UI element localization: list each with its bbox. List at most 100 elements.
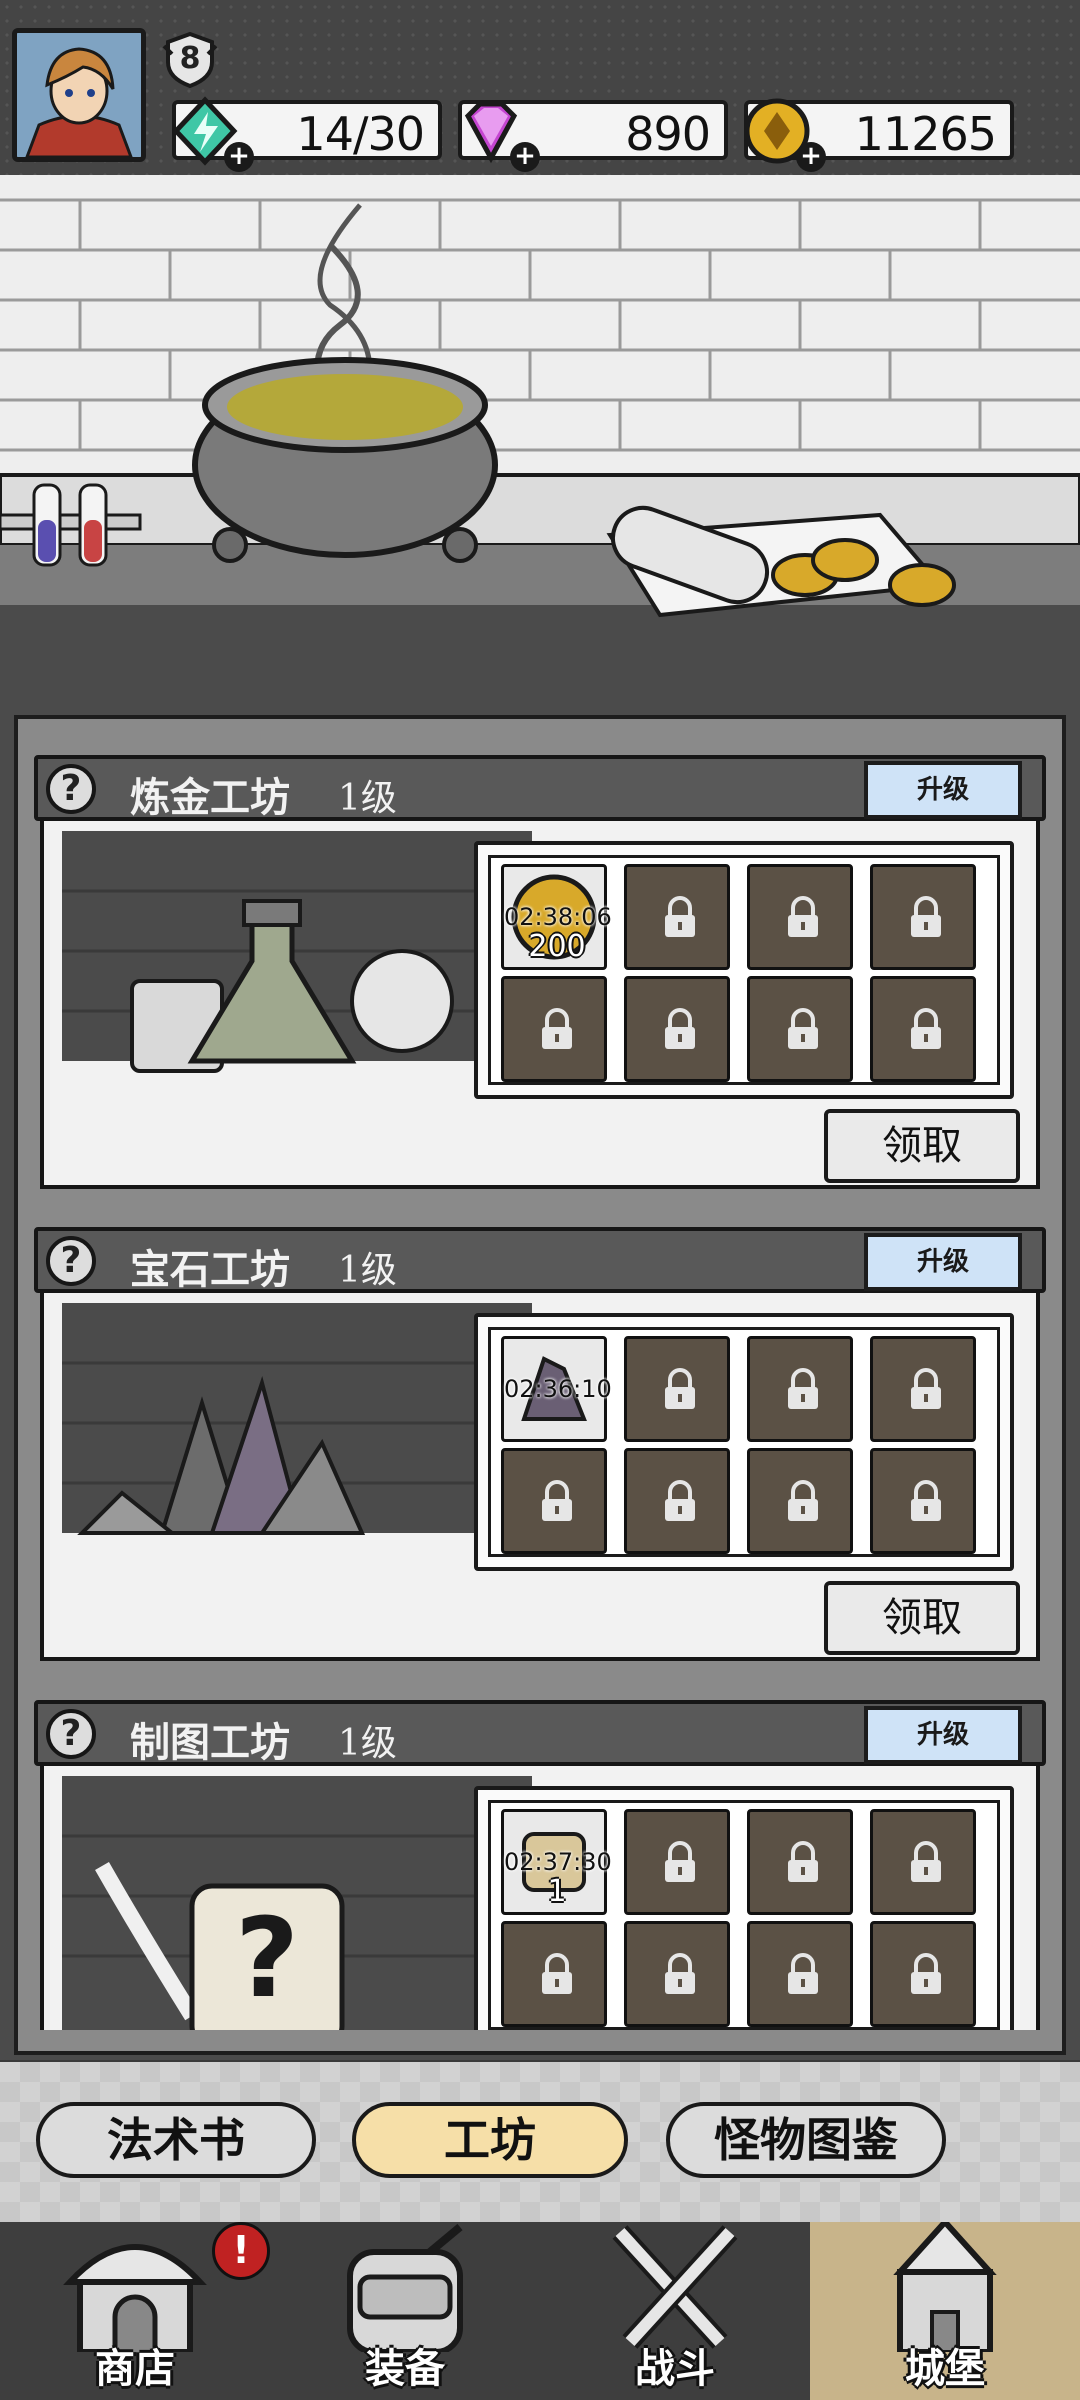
workshop-body: 02:36:10 领取 xyxy=(40,1293,1040,1661)
lock-icon xyxy=(788,1841,818,1882)
energy-value: 14/30 xyxy=(296,107,425,161)
locked-slot[interactable] xyxy=(870,1448,976,1554)
help-icon[interactable]: ? xyxy=(46,764,96,814)
player-avatar[interactable] xyxy=(12,28,146,162)
top-hud: 8 + 14/30 + 890 + 11265 xyxy=(0,0,1080,175)
nav-battle[interactable]: 战斗 xyxy=(540,2222,810,2400)
lock-icon xyxy=(665,1841,695,1882)
add-gems-icon[interactable]: + xyxy=(510,142,540,172)
locked-slot[interactable] xyxy=(870,976,976,1082)
production-slot[interactable]: 02:37:30 1 xyxy=(501,1809,612,1915)
workshop-level: 1级 xyxy=(338,778,397,819)
workshop-gem: ? 宝石工坊 1级 升级 02:36:10 领取 xyxy=(34,1227,1046,1667)
upgrade-button[interactable]: 升级 xyxy=(864,1233,1022,1291)
game-screen: { "hud": { "level": "8", "energy": "14/3… xyxy=(0,0,1080,2400)
nav-shop-label: 商店 xyxy=(95,2345,175,2392)
locked-slot[interactable] xyxy=(624,1448,730,1554)
workshop-header: ? 制图工坊 1级 升级 xyxy=(34,1700,1046,1766)
lock-icon xyxy=(788,896,818,937)
workshop-body: ? 02:37:30 1 xyxy=(40,1766,1040,2030)
tab-spellbook[interactable]: 法术书 xyxy=(36,2102,316,2178)
locked-slot[interactable] xyxy=(747,1921,853,2027)
lock-icon xyxy=(911,1368,941,1409)
locked-slot[interactable] xyxy=(624,976,730,1082)
add-energy-icon[interactable]: + xyxy=(224,142,254,172)
gem-counter[interactable]: + 890 xyxy=(458,100,728,172)
shop-alert-badge: ! xyxy=(212,2222,270,2280)
lock-icon xyxy=(788,1368,818,1409)
workshop-level: 1级 xyxy=(338,1723,397,1764)
workshop-name: 炼金工坊 xyxy=(130,774,290,821)
lock-icon xyxy=(665,1008,695,1049)
castle-icon xyxy=(893,2222,997,2352)
lock-icon xyxy=(911,1953,941,1994)
slot-timer: 02:37:30 xyxy=(504,1848,612,1876)
help-icon[interactable]: ? xyxy=(46,1709,96,1759)
lock-icon xyxy=(788,1480,818,1521)
workshop-name: 宝石工坊 xyxy=(130,1246,290,1293)
workshop-header: ? 炼金工坊 1级 升级 xyxy=(34,755,1046,821)
lock-icon xyxy=(911,1008,941,1049)
locked-slot[interactable] xyxy=(624,864,730,970)
workshop-illustration xyxy=(62,831,532,1101)
lock-icon xyxy=(911,896,941,937)
lock-icon xyxy=(788,1953,818,1994)
nav-battle-label: 战斗 xyxy=(635,2345,715,2392)
lock-icon xyxy=(665,1368,695,1409)
energy-counter[interactable]: + 14/30 xyxy=(172,96,442,172)
upgrade-button[interactable]: 升级 xyxy=(864,1706,1022,1764)
locked-slot[interactable] xyxy=(747,1448,853,1554)
nav-equipment[interactable]: 装备 xyxy=(270,2222,540,2400)
bottom-navigation: ! 商店 装备 战斗 城堡 xyxy=(0,2222,1080,2400)
claim-button[interactable]: 领取 xyxy=(824,1581,1020,1655)
workshop-illustration xyxy=(62,1303,532,1573)
locked-slot[interactable] xyxy=(501,1448,607,1554)
workshop-header: ? 宝石工坊 1级 升级 xyxy=(34,1227,1046,1293)
locked-slot[interactable] xyxy=(870,1809,976,1915)
locked-slot[interactable] xyxy=(501,1921,607,2027)
production-slots: 02:36:10 xyxy=(474,1313,1014,1571)
locked-slot[interactable] xyxy=(870,1921,976,2027)
production-slots: 02:37:30 1 xyxy=(474,1786,1014,2030)
tab-workshop[interactable]: 工坊 xyxy=(352,2102,628,2178)
slot-timer: 02:38:06 xyxy=(504,903,612,931)
locked-slot[interactable] xyxy=(501,976,607,1082)
production-slots: 02:38:06 200 xyxy=(474,841,1014,1099)
locked-slot[interactable] xyxy=(870,1336,976,1442)
nav-equipment-label: 装备 xyxy=(365,2345,445,2392)
lock-icon xyxy=(665,896,695,937)
workshop-name: 制图工坊 xyxy=(130,1719,290,1766)
crossed-swords-icon xyxy=(612,2225,738,2349)
locked-slot[interactable] xyxy=(624,1921,730,2027)
locked-slot[interactable] xyxy=(747,1336,853,1442)
workshop-illustration: ? xyxy=(62,1776,532,2030)
slot-timer: 02:36:10 xyxy=(504,1375,612,1403)
upgrade-button[interactable]: 升级 xyxy=(864,761,1022,819)
player-level: 8 xyxy=(179,41,201,76)
add-coins-icon[interactable]: + xyxy=(796,142,826,172)
tab-monster-compendium[interactable]: 怪物图鉴 xyxy=(666,2102,946,2178)
nav-shop[interactable]: ! 商店 xyxy=(0,2222,270,2400)
gem-value: 890 xyxy=(625,107,711,161)
lock-icon xyxy=(665,1953,695,1994)
production-slot[interactable]: 02:38:06 200 xyxy=(501,864,612,970)
locked-slot[interactable] xyxy=(747,976,853,1082)
locked-slot[interactable] xyxy=(747,1809,853,1915)
backpack-icon xyxy=(347,2223,463,2352)
locked-slot[interactable] xyxy=(870,864,976,970)
lock-icon xyxy=(542,1480,572,1521)
locked-slot[interactable] xyxy=(624,1336,730,1442)
sub-tab-bar: 法术书 工坊 怪物图鉴 xyxy=(0,2062,1080,2222)
help-icon[interactable]: ? xyxy=(46,1236,96,1286)
nav-castle[interactable]: 城堡 xyxy=(810,2222,1080,2400)
workshop-body: 02:38:06 200 领取 xyxy=(40,821,1040,1189)
nav-castle-label: 城堡 xyxy=(905,2345,985,2392)
claim-button[interactable]: 领取 xyxy=(824,1109,1020,1183)
locked-slot[interactable] xyxy=(624,1809,730,1915)
player-level-badge: 8 xyxy=(162,31,218,89)
coin-counter[interactable]: + 11265 xyxy=(744,98,1014,172)
lock-icon xyxy=(911,1480,941,1521)
coin-value: 11265 xyxy=(854,107,997,161)
production-slot[interactable]: 02:36:10 xyxy=(501,1336,612,1442)
locked-slot[interactable] xyxy=(747,864,853,970)
